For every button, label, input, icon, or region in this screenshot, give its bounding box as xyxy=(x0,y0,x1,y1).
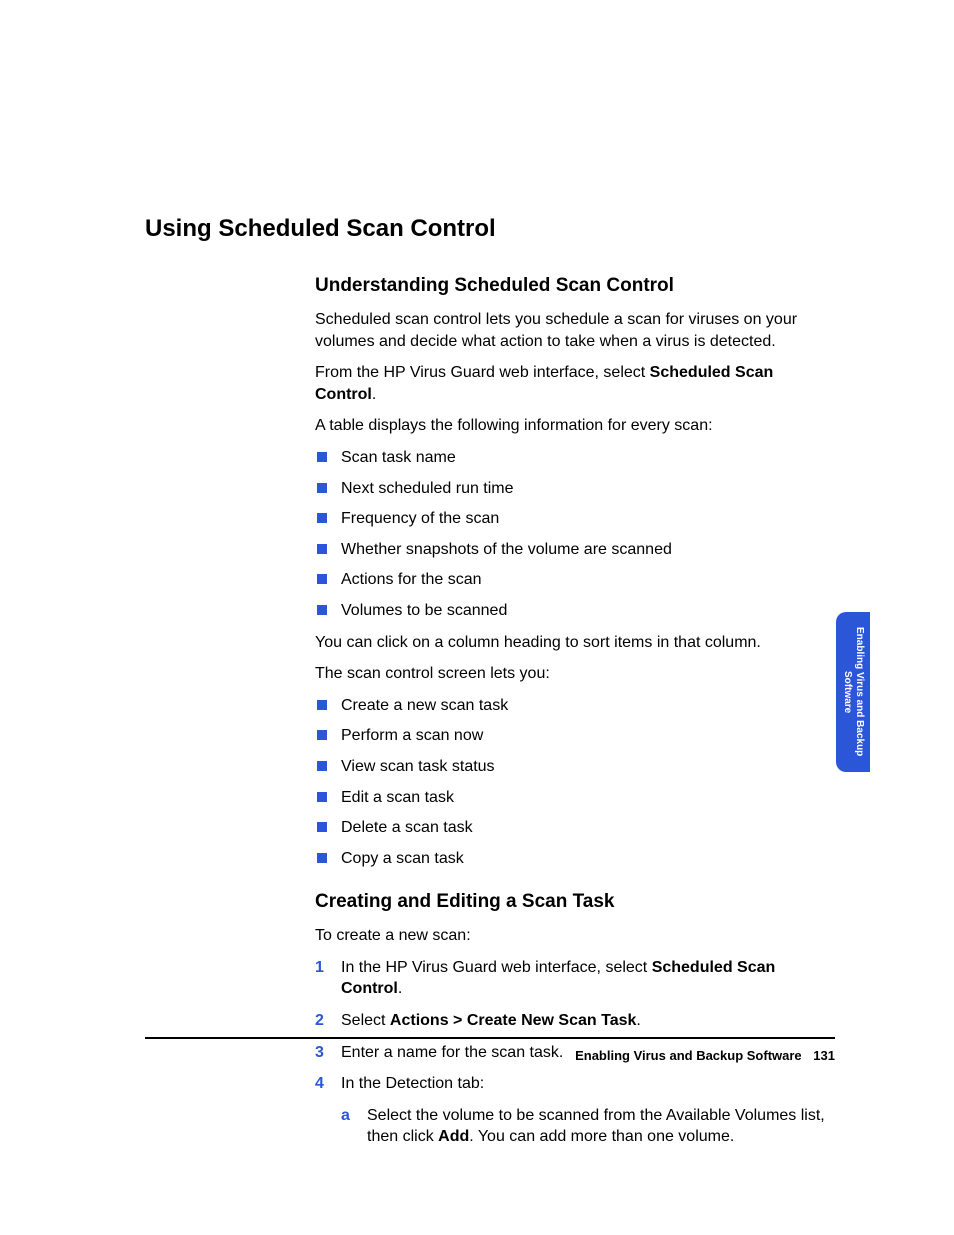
text-run: From the HP Virus Guard web interface, s… xyxy=(315,364,650,381)
footer-rule xyxy=(145,1037,835,1039)
footer-page-number: 131 xyxy=(813,1048,835,1063)
list-item: View scan task status xyxy=(315,756,835,778)
list-item: Delete a scan task xyxy=(315,817,835,839)
list-item: In the HP Virus Guard web interface, sel… xyxy=(315,957,835,1000)
document-page: Using Scheduled Scan Control Understandi… xyxy=(0,0,954,1235)
list-item: Copy a scan task xyxy=(315,848,835,870)
paragraph: You can click on a column heading to sor… xyxy=(315,632,835,654)
sub-list: a Select the volume to be scanned from t… xyxy=(341,1105,835,1148)
list-item: Edit a scan task xyxy=(315,787,835,809)
list-item: Whether snapshots of the volume are scan… xyxy=(315,539,835,561)
text-run: . You can add more than one volume. xyxy=(469,1128,734,1145)
content-area: Using Scheduled Scan Control Understandi… xyxy=(145,215,835,1158)
list-item: Perform a scan now xyxy=(315,725,835,747)
indented-body: Understanding Scheduled Scan Control Sch… xyxy=(315,275,835,1148)
side-tab: Enabling Virus and Backup Software xyxy=(836,612,870,772)
section-heading-creating: Creating and Editing a Scan Task xyxy=(315,891,835,913)
sub-marker: a xyxy=(341,1105,350,1127)
list-item: Next scheduled run time xyxy=(315,478,835,500)
text-run: Select xyxy=(341,1012,390,1029)
bold-text: Actions > Create New Scan Task xyxy=(390,1012,636,1029)
side-tab-line: Software xyxy=(842,671,853,713)
list-item: In the Detection tab: a Select the volum… xyxy=(315,1073,835,1148)
text-run: In the Detection tab: xyxy=(341,1075,484,1092)
list-item: Frequency of the scan xyxy=(315,508,835,530)
section-heading-understanding: Understanding Scheduled Scan Control xyxy=(315,275,835,297)
paragraph: To create a new scan: xyxy=(315,925,835,947)
list-item: Scan task name xyxy=(315,447,835,469)
text-run: . xyxy=(636,1012,640,1029)
list-item: a Select the volume to be scanned from t… xyxy=(341,1105,835,1148)
list-item: Select Actions > Create New Scan Task. xyxy=(315,1010,835,1032)
paragraph: Scheduled scan control lets you schedule… xyxy=(315,309,835,352)
footer: Enabling Virus and Backup Software 131 xyxy=(145,1048,835,1063)
page-title: Using Scheduled Scan Control xyxy=(145,215,835,243)
paragraph: A table displays the following informati… xyxy=(315,415,835,437)
list-item: Volumes to be scanned xyxy=(315,600,835,622)
footer-title: Enabling Virus and Backup Software xyxy=(575,1048,802,1063)
bold-text: Add xyxy=(438,1128,469,1145)
paragraph: The scan control screen lets you: xyxy=(315,663,835,685)
list-item: Actions for the scan xyxy=(315,569,835,591)
side-tab-label: Enabling Virus and Backup Software xyxy=(841,627,865,756)
list-item: Create a new scan task xyxy=(315,695,835,717)
text-run: In the HP Virus Guard web interface, sel… xyxy=(341,959,652,976)
bullet-list: Scan task name Next scheduled run time F… xyxy=(315,447,835,622)
bullet-list: Create a new scan task Perform a scan no… xyxy=(315,695,835,870)
side-tab-line: Enabling Virus and Backup xyxy=(854,627,865,756)
paragraph: From the HP Virus Guard web interface, s… xyxy=(315,362,835,405)
text-run: . xyxy=(372,386,376,403)
text-run: . xyxy=(398,980,402,997)
